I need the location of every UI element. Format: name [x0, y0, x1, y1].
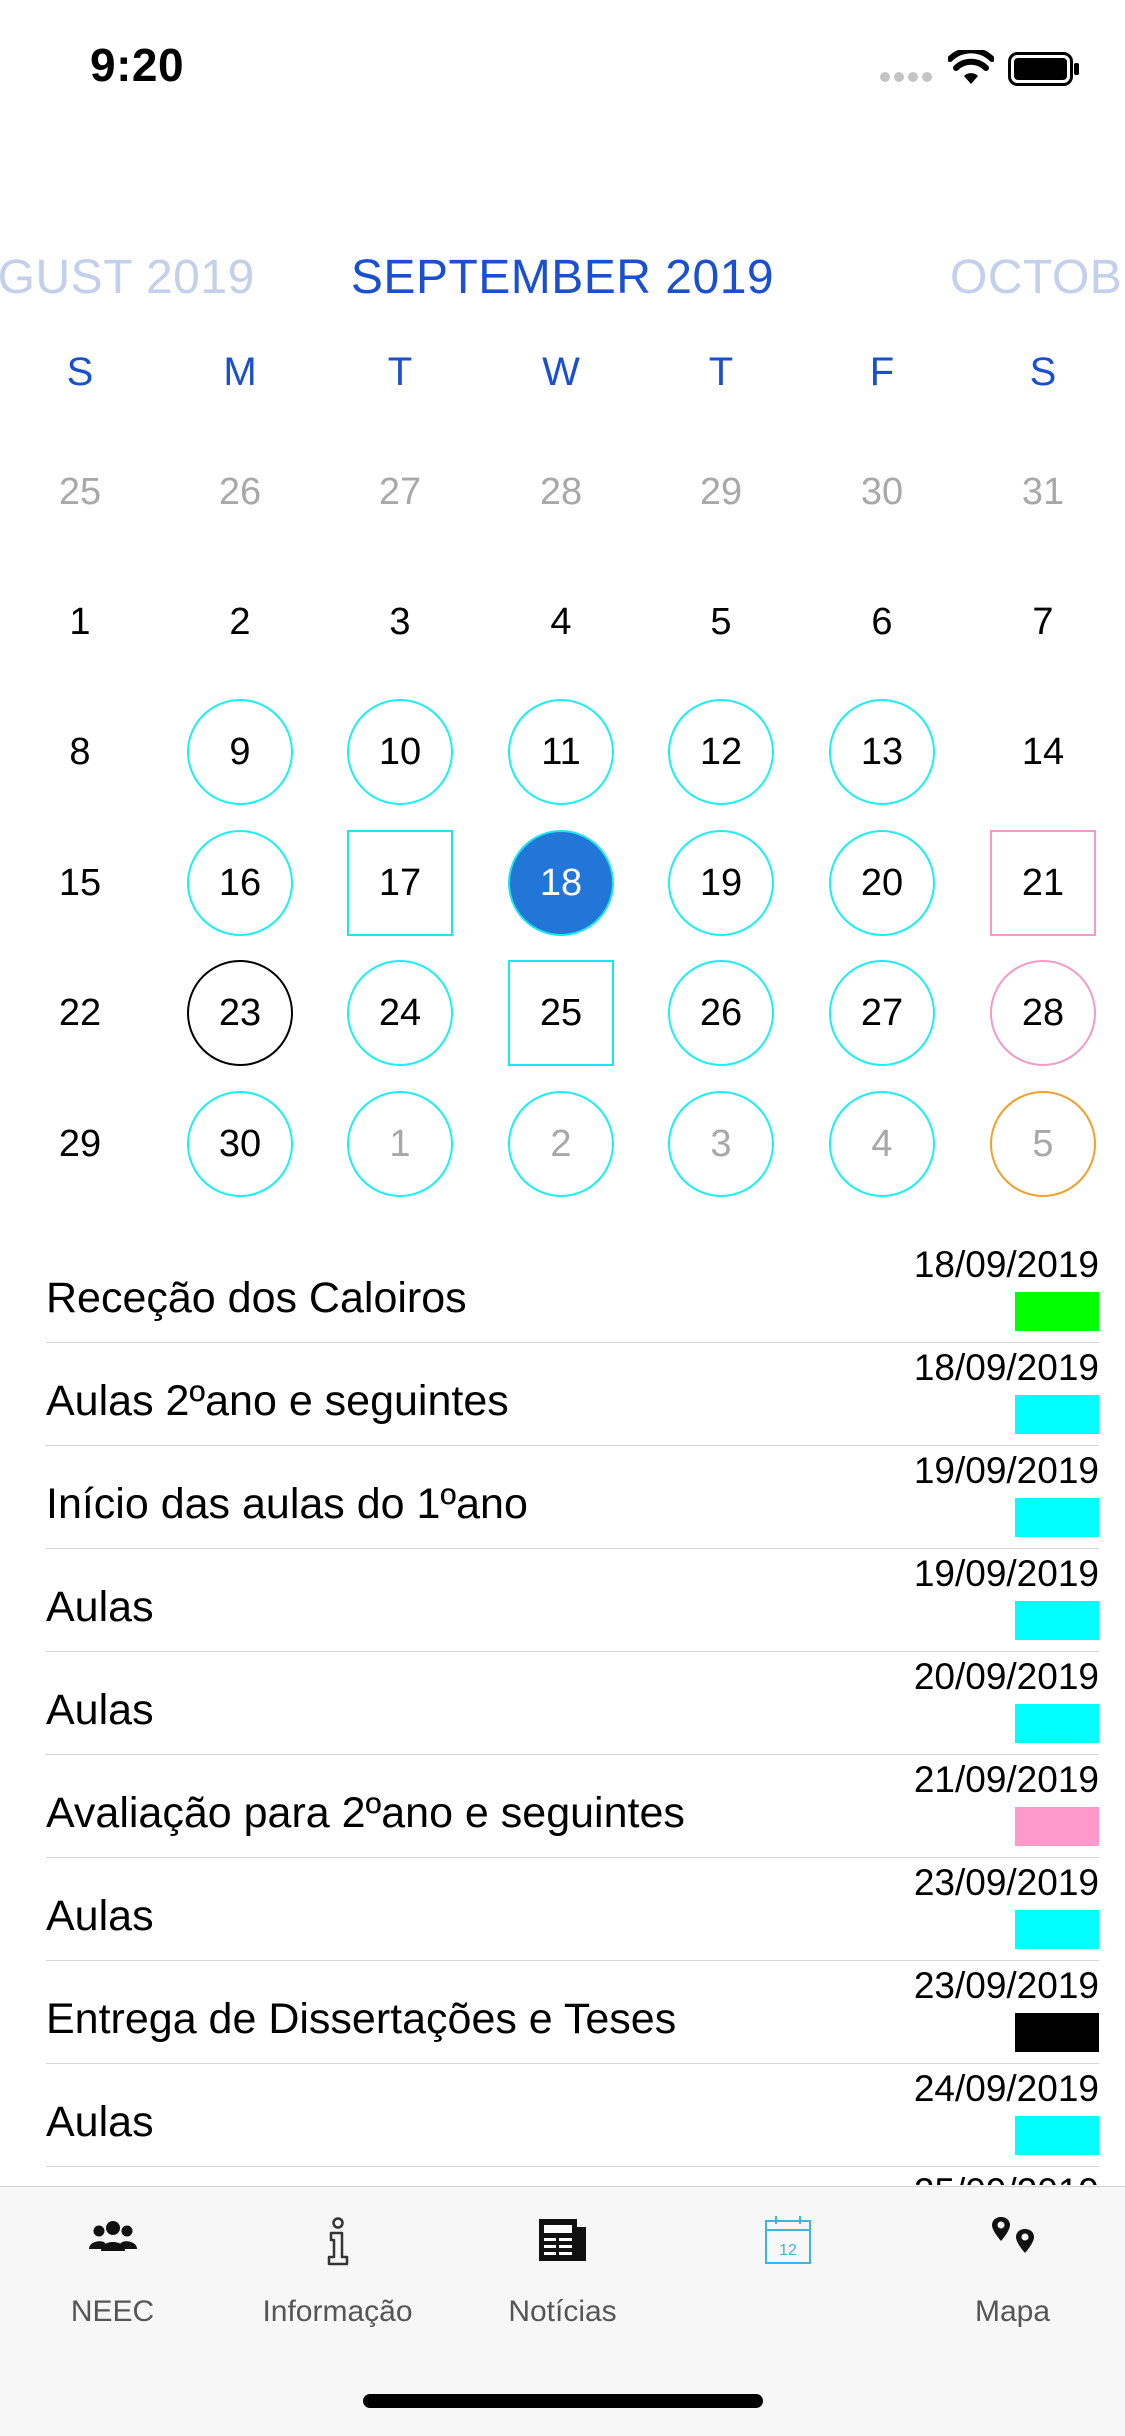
calendar-day-selected[interactable]: 18	[508, 830, 614, 936]
tab-label: Informação	[262, 2295, 413, 2328]
calendar-day[interactable]: 23	[187, 960, 293, 1066]
calendar-day[interactable]: 15	[27, 830, 133, 936]
calendar-day[interactable]: 24	[347, 960, 453, 1066]
event-date: 18/09/2019	[913, 1244, 1099, 1285]
event-category-color	[1015, 1498, 1099, 1537]
calendar-day[interactable]: 30	[829, 439, 935, 545]
events-list: Receção dos Caloiros 18/09/2019 Aulas 2ºan…	[0, 1240, 1125, 2185]
event-row[interactable]: Aulas 20/09/2019	[46, 1652, 1099, 1755]
calendar-day[interactable]: 16	[187, 830, 293, 936]
event-title: Aulas	[46, 2098, 154, 2146]
event-date: 25/09/2019	[914, 2171, 1099, 2185]
calendar-day[interactable]: 17	[347, 830, 453, 936]
tab-calendario[interactable]: 12	[675, 2187, 900, 2347]
calendar-day[interactable]: 29	[668, 439, 774, 545]
event-date: 19/09/2019	[913, 1553, 1099, 1594]
home-indicator	[363, 2394, 763, 2408]
tab-neec[interactable]: NEEC	[0, 2187, 225, 2347]
event-date: 19/09/2019	[913, 1450, 1099, 1491]
calendar-day[interactable]: 25	[508, 960, 614, 1066]
calendar-day[interactable]: 26	[187, 439, 293, 545]
calendar-day[interactable]: 1	[347, 1091, 453, 1197]
event-category-color	[1015, 1704, 1099, 1743]
event-date: 20/09/2019	[913, 1656, 1099, 1697]
event-title: Entrega de Dissertações e Teses	[46, 1995, 677, 2043]
event-date: 23/09/2019	[913, 1862, 1099, 1903]
info-icon	[327, 2217, 348, 2266]
event-row[interactable]: 25/09/2019	[46, 2167, 1099, 2185]
calendar-day[interactable]: 5	[668, 569, 774, 675]
calendar-day[interactable]: 19	[668, 830, 774, 936]
event-category-color	[1015, 2013, 1099, 2052]
event-row[interactable]: Entrega de Dissertações e Teses 23/09/201…	[46, 1961, 1099, 2064]
calendar-day[interactable]: 2	[187, 569, 293, 675]
event-title: Aulas	[46, 1583, 154, 1631]
calendar-day[interactable]: 10	[347, 699, 453, 805]
event-row[interactable]: Aulas 19/09/2019	[46, 1549, 1099, 1652]
event-category-color	[1015, 1910, 1099, 1949]
event-category-color	[1015, 1601, 1099, 1640]
calendar-grid: 25 26 27 28 29 30 31 1 2 3 4 5 6 7 8 9 10 11 12 13 14 15 16 17 1…	[0, 0, 1125, 1240]
event-category-color	[1015, 1807, 1099, 1846]
calendar-day[interactable]: 3	[347, 569, 453, 675]
event-date: 21/09/2019	[913, 1759, 1099, 1800]
event-row[interactable]: Aulas 2ºano e seguintes 18/09/2019	[46, 1343, 1099, 1446]
event-title: Aulas	[46, 1686, 154, 1734]
event-category-color	[1015, 1395, 1099, 1434]
event-row[interactable]: Início das aulas do 1ºano 19/09/2019	[46, 1446, 1099, 1549]
calendar-day[interactable]: 11	[508, 699, 614, 805]
event-date: 24/09/2019	[913, 2068, 1099, 2109]
event-title: Avaliação para 2ºano e seguintes	[46, 1789, 685, 1837]
calendar-day[interactable]: 12	[668, 699, 774, 805]
event-category-color	[1015, 1292, 1099, 1331]
newspaper-icon	[538, 2219, 586, 2261]
calendar-day[interactable]: 31	[990, 439, 1096, 545]
event-title: Início das aulas do 1ºano	[46, 1480, 528, 1528]
calendar-icon: 12	[764, 2216, 811, 2264]
event-row[interactable]: Aulas 24/09/2019	[46, 2064, 1099, 2167]
calendar-day[interactable]: 27	[829, 960, 935, 1066]
calendar-day[interactable]: 27	[347, 439, 453, 545]
calendar-day[interactable]: 5	[990, 1091, 1096, 1197]
calendar-day[interactable]: 8	[27, 699, 133, 805]
event-row[interactable]: Receção dos Caloiros 18/09/2019	[46, 1240, 1099, 1343]
calendar-day[interactable]: 4	[508, 569, 614, 675]
calendar-day[interactable]: 28	[990, 960, 1096, 1066]
tab-informacao[interactable]: Informação	[225, 2187, 450, 2347]
event-row[interactable]: Aulas 23/09/2019	[46, 1858, 1099, 1961]
event-date: 23/09/2019	[913, 1965, 1099, 2006]
calendar-day[interactable]: 21	[990, 830, 1096, 936]
calendar-day[interactable]: 13	[829, 699, 935, 805]
event-date: 18/09/2019	[913, 1347, 1099, 1388]
calendar-day[interactable]: 2	[508, 1091, 614, 1197]
calendar-day[interactable]: 9	[187, 699, 293, 805]
calendar-day[interactable]: 25	[27, 439, 133, 545]
event-title: Aulas 2ºano e seguintes	[46, 1377, 509, 1425]
calendar-day[interactable]: 22	[27, 960, 133, 1066]
calendar-day[interactable]: 28	[508, 439, 614, 545]
calendar-day[interactable]: 7	[990, 569, 1096, 675]
map-pins-icon	[991, 2217, 1034, 2253]
calendar-day[interactable]: 29	[27, 1091, 133, 1197]
tab-label: NEEC	[70, 2295, 155, 2328]
calendar-day[interactable]: 14	[990, 699, 1096, 805]
tab-label: Notícias	[508, 2295, 617, 2328]
tab-mapa[interactable]: Mapa	[900, 2187, 1125, 2347]
event-row[interactable]: Avaliação para 2ºano e seguintes 21/09/20…	[46, 1755, 1099, 1858]
tab-noticias[interactable]: Notícias	[450, 2187, 675, 2347]
calendar-icon-badge: 12	[779, 2242, 797, 2259]
calendar-day[interactable]: 30	[187, 1091, 293, 1197]
calendar-day[interactable]: 3	[668, 1091, 774, 1197]
event-title: Aulas	[46, 1892, 154, 1940]
calendar-day[interactable]: 4	[829, 1091, 935, 1197]
calendar-day[interactable]: 1	[27, 569, 133, 675]
event-title: Receção dos Caloiros	[46, 1274, 467, 1322]
calendar-day[interactable]: 6	[829, 569, 935, 675]
calendar-day[interactable]: 20	[829, 830, 935, 936]
group-icon	[88, 2221, 137, 2251]
calendar-day[interactable]: 26	[668, 960, 774, 1066]
event-category-color	[1015, 2116, 1099, 2155]
tab-label: Mapa	[974, 2295, 1051, 2328]
